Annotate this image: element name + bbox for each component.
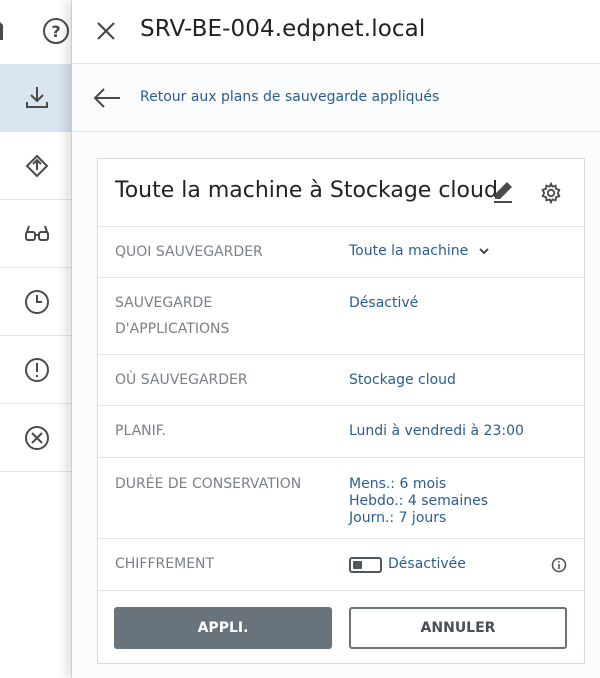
rail-item-recovery[interactable] (0, 132, 71, 200)
retention-value[interactable]: Mens.: 6 mois Hebdo.: 4 semaines Journ.:… (349, 476, 488, 527)
rail-item-alerts[interactable] (0, 336, 71, 404)
app-backup-value[interactable]: Désactivé (349, 295, 418, 312)
gear-icon[interactable] (540, 182, 562, 204)
what-to-backup-dropdown[interactable]: Toute la machine (349, 243, 489, 260)
row-label: OÙ SAUVEGARDER (115, 372, 248, 388)
row-encryption: CHIFFREMENT Désactivée (98, 539, 584, 591)
plan-title: Toute la machine à Stockage cloud (115, 178, 498, 203)
row-retention: DURÉE DE CONSERVATION Mens.: 6 mois Hebd… (98, 458, 584, 539)
encryption-value: Désactivée (349, 556, 466, 573)
row-schedule: PLANIF. Lundi à vendredi à 23:00 (98, 406, 584, 458)
info-icon[interactable] (551, 557, 567, 573)
retention-daily: Journ.: 7 jours (349, 510, 447, 526)
retention-weekly: Hebdo.: 4 semaines (349, 493, 489, 509)
back-link[interactable]: Retour aux plans de sauvegarde appliqués (140, 89, 439, 105)
rail-top: ? (0, 0, 71, 64)
row-label: CHIFFREMENT (115, 556, 215, 572)
close-icon[interactable] (94, 19, 118, 43)
row-app-backup: SAUVEGARDE D'APPLICATIONS Désactivé (98, 278, 584, 355)
row-label: SAUVEGARDE D'APPLICATIONS (115, 295, 230, 337)
row-label: QUOI SAUVEGARDER (115, 244, 263, 260)
left-rail: ? (0, 0, 72, 678)
retention-monthly: Mens.: 6 mois (349, 476, 447, 492)
apply-button[interactable]: APPLI. (114, 607, 332, 649)
panel-title: SRV-BE-004.edpnet.local (140, 16, 426, 42)
recovery-icon (25, 154, 48, 177)
plan-card-header: Toute la machine à Stockage cloud (98, 159, 584, 227)
panel-header: SRV-BE-004.edpnet.local (72, 0, 600, 64)
encryption-status: Désactivée (388, 556, 466, 572)
rail-item-history[interactable] (0, 268, 71, 336)
encryption-toggle[interactable] (349, 556, 382, 573)
rail-edge-icon (0, 22, 4, 40)
cancel-button[interactable]: ANNULER (349, 607, 567, 649)
rail-item-monitor[interactable] (0, 200, 71, 268)
backup-download-icon (25, 86, 48, 108)
plan-card: Toute la machine à Stockage cloud QUOI S… (97, 158, 585, 664)
dropdown-value: Toute la machine (349, 243, 469, 259)
schedule-value[interactable]: Lundi à vendredi à 23:00 (349, 423, 524, 440)
chevron-down-icon (478, 248, 489, 255)
row-where-to-backup: OÙ SAUVEGARDER Stockage cloud (98, 355, 584, 406)
details-panel: SRV-BE-004.edpnet.local Retour aux plans… (72, 0, 600, 678)
rail-item-backup[interactable] (0, 64, 71, 132)
back-row: Retour aux plans de sauvegarde appliqués (72, 64, 600, 132)
row-what-to-backup: QUOI SAUVEGARDER Toute la machine (98, 227, 584, 278)
cancel-circle-icon (24, 425, 49, 450)
row-label: DURÉE DE CONSERVATION (115, 476, 302, 492)
back-arrow-icon[interactable] (92, 86, 122, 110)
glasses-icon (24, 225, 49, 241)
help-icon[interactable]: ? (43, 18, 69, 44)
rail-item-remove[interactable] (0, 404, 71, 472)
where-to-backup-value[interactable]: Stockage cloud (349, 372, 456, 389)
pencil-icon[interactable] (492, 180, 514, 204)
row-label: PLANIF. (115, 423, 166, 439)
alert-icon (24, 357, 49, 382)
clock-icon (24, 289, 49, 314)
